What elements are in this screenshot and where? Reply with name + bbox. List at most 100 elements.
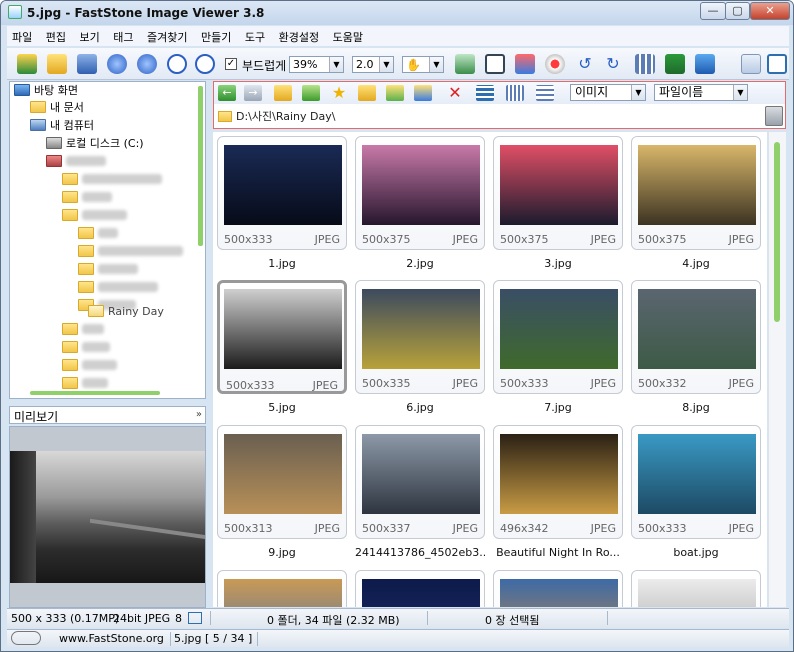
tree-item-blurred[interactable]	[62, 171, 162, 189]
details-view-icon[interactable]	[536, 85, 554, 101]
back-icon[interactable]: ←	[218, 85, 236, 101]
thumbnail-filename[interactable]: 2.jpg	[355, 257, 485, 270]
menu-tag[interactable]: 태그	[108, 26, 138, 45]
tree-item-blurred[interactable]	[46, 153, 106, 171]
chevron-double-down-icon[interactable]: »	[196, 409, 202, 420]
menu-help[interactable]: 도움말	[328, 26, 368, 45]
sort-select[interactable]: 파일이름 ▼	[654, 84, 748, 101]
thumbnail-view-icon[interactable]	[476, 85, 494, 101]
tree-item-documents[interactable]: 내 문서	[30, 99, 84, 117]
thumbnail-card[interactable]	[493, 570, 623, 607]
tree-item-blurred[interactable]	[78, 279, 158, 297]
fullscreen-icon[interactable]	[767, 54, 787, 74]
thumbnail-card[interactable]: 500x313 JPEG	[217, 425, 347, 539]
thumbnail-card[interactable]: 500x375 JPEG	[631, 136, 761, 250]
thumbnail-card[interactable]: 500x375 JPEG	[493, 136, 623, 250]
rotate-left-icon[interactable]: ↺	[575, 54, 595, 74]
slideshow-icon[interactable]	[665, 54, 685, 74]
thumbnail-card[interactable]: 500x333 JPEG	[631, 425, 761, 539]
delete-icon[interactable]: ✕	[446, 85, 464, 101]
tree-item-blurred[interactable]	[78, 243, 183, 261]
zoom-in-icon[interactable]	[167, 54, 187, 74]
thumbnail-card[interactable]	[355, 570, 485, 607]
tree-item-computer[interactable]: 내 컴퓨터	[30, 117, 94, 135]
thumbnail-card[interactable]: 500x333 JPEG	[217, 136, 347, 250]
new-folder-icon[interactable]	[358, 85, 376, 101]
copy-to-icon[interactable]	[386, 85, 404, 101]
thumbnail-filename[interactable]: 3.jpg	[493, 257, 623, 270]
thumbnail-filename[interactable]: 7.jpg	[493, 401, 623, 414]
menu-tools[interactable]: 도구	[240, 26, 270, 45]
crop-icon[interactable]	[485, 54, 505, 74]
next-icon[interactable]	[137, 54, 157, 74]
move-to-icon[interactable]	[414, 85, 432, 101]
import-icon[interactable]	[17, 54, 37, 74]
smooth-checkbox[interactable]: ✓	[225, 58, 237, 70]
thumbnail-filename[interactable]: 4.jpg	[631, 257, 761, 270]
tree-item-blurred[interactable]	[62, 189, 112, 207]
red-eye-icon[interactable]	[545, 54, 565, 74]
star-icon[interactable]: ★	[330, 85, 348, 101]
zoom-select[interactable]: 39% ▼	[289, 56, 344, 73]
list-view-icon[interactable]	[506, 85, 524, 101]
recycle-bin-icon[interactable]	[765, 106, 783, 126]
fit-icon[interactable]	[188, 612, 202, 624]
save-icon[interactable]	[77, 54, 97, 74]
close-button[interactable]: ✕	[750, 2, 790, 20]
tree-item-blurred[interactable]	[78, 225, 118, 243]
thumbnail-card[interactable]: 500x333 JPEG	[217, 280, 347, 394]
menu-settings[interactable]: 환경설정	[274, 26, 324, 45]
tree-item-blurred[interactable]	[62, 207, 127, 225]
thumbnail-card[interactable]: 500x375 JPEG	[355, 136, 485, 250]
thumbnail-filename[interactable]: boat.jpg	[631, 546, 761, 559]
thumbnail-filename[interactable]: Beautiful Night In Ro...	[493, 546, 623, 559]
thumbnail-card[interactable]	[631, 570, 761, 607]
thumbnail-filename[interactable]: 9.jpg	[217, 546, 347, 559]
open-folder-icon[interactable]	[47, 54, 67, 74]
menu-favorites[interactable]: 즐겨찾기	[142, 26, 192, 45]
thumbnail-card[interactable]: 500x337 JPEG	[355, 425, 485, 539]
tree-item-blurred[interactable]	[62, 321, 104, 339]
tree-item-desktop[interactable]: 바탕 화면	[14, 82, 78, 100]
hand-tool-select[interactable]: ✋ ▼	[402, 56, 444, 73]
thumbnail-card[interactable]: 500x335 JPEG	[355, 280, 485, 394]
thumbnail-card[interactable]: 500x333 JPEG	[493, 280, 623, 394]
grid-scrollbar-thumb[interactable]	[774, 142, 780, 322]
tree-item-rainy-day[interactable]: Rainy Day	[88, 303, 164, 321]
up-folder-icon[interactable]	[274, 85, 292, 101]
menu-view[interactable]: 보기	[75, 26, 105, 45]
thumbnail-filename[interactable]: 6.jpg	[355, 401, 485, 414]
rotate-right-icon[interactable]: ↻	[603, 54, 623, 74]
thumbnail-filename[interactable]: 5.jpg	[217, 401, 347, 414]
thumbnail-card[interactable]: 500x332 JPEG	[631, 280, 761, 394]
thumbnail-card[interactable]	[217, 570, 347, 607]
menu-edit[interactable]: 편집	[41, 26, 71, 45]
tree-item-blurred[interactable]	[78, 261, 138, 279]
color-icon[interactable]	[515, 54, 535, 74]
path-bar[interactable]: D:\사진\Rainy Day\	[218, 108, 758, 126]
zoom-step-select[interactable]: 2.0 ▼	[352, 56, 394, 73]
refresh-icon[interactable]	[302, 85, 320, 101]
resize-icon[interactable]	[455, 54, 475, 74]
tree-item-blurred[interactable]	[62, 339, 110, 357]
menu-file[interactable]: 파일	[7, 26, 37, 45]
thumbnail-filename[interactable]: 8.jpg	[631, 401, 761, 414]
tree-item-blurred[interactable]	[62, 357, 117, 375]
monitor-icon[interactable]	[695, 54, 715, 74]
menu-create[interactable]: 만들기	[196, 26, 236, 45]
view-filter-select[interactable]: 이미지 ▼	[570, 84, 646, 101]
tree-horizontal-scrollbar[interactable]	[30, 391, 160, 395]
thumbnail-filename[interactable]: 2414413786_4502eb3...	[355, 546, 485, 559]
layout-icon[interactable]	[741, 54, 761, 74]
thumbnail-card[interactable]: 496x342 JPEG	[493, 425, 623, 539]
zoom-out-icon[interactable]	[195, 54, 215, 74]
tree-vertical-scrollbar[interactable]	[198, 86, 203, 246]
thumbnail-filename[interactable]: 1.jpg	[217, 257, 347, 270]
grid-icon[interactable]	[635, 54, 655, 74]
maximize-button[interactable]: ▢	[725, 2, 750, 20]
forward-icon[interactable]: →	[244, 85, 262, 101]
minimize-button[interactable]: —	[700, 2, 726, 20]
grid-scrollbar[interactable]	[768, 132, 786, 607]
prev-icon[interactable]	[107, 54, 127, 74]
website-link[interactable]: www.FastStone.org	[59, 632, 164, 645]
